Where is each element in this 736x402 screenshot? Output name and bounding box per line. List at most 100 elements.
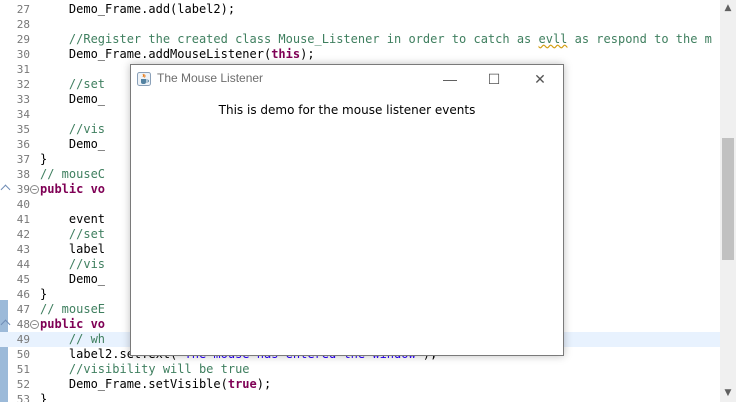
line-number: 28 [16, 18, 30, 31]
code-token: //vis [40, 257, 106, 271]
mouse-listener-window[interactable]: The Mouse Listener — ☐ ✕ This is demo fo… [130, 64, 564, 356]
line-number: 52 [16, 378, 30, 391]
code-token: Demo_Frame.addMouseListener( [40, 47, 272, 61]
maximize-button[interactable]: ☐ [471, 65, 517, 93]
line-number: 43 [16, 243, 30, 256]
code-text: //set [40, 77, 105, 92]
code-text: // wh [40, 332, 105, 347]
minimize-button[interactable]: — [427, 65, 473, 93]
code-text: // mouseE [40, 302, 105, 317]
line-number: 34 [16, 108, 30, 121]
line-number: 40 [16, 198, 30, 211]
line-number: 38 [16, 168, 30, 181]
code-token: public vo [40, 182, 106, 196]
code-text: Demo_ [40, 272, 105, 287]
code-line[interactable]: 29 //Register the created class Mouse_Li… [0, 32, 720, 47]
code-line[interactable]: 52 Demo_Frame.setVisible(true); [0, 377, 720, 392]
line-number: 27 [16, 3, 30, 16]
scroll-thumb[interactable] [722, 138, 734, 260]
line-number: 49 [16, 333, 30, 346]
code-token: this [271, 47, 301, 61]
line-number: 53 [16, 393, 30, 402]
code-token: // mouseC [40, 167, 106, 181]
line-number: 32 [16, 78, 30, 91]
line-number: 31 [16, 63, 30, 76]
code-line[interactable]: 27 Demo_Frame.add(label2); [0, 2, 720, 17]
code-text: label [40, 242, 105, 257]
code-token: } [40, 392, 48, 402]
line-number: 50 [16, 348, 30, 361]
code-text: Demo_ [40, 92, 105, 107]
window-titlebar[interactable]: The Mouse Listener — ☐ ✕ [131, 65, 563, 93]
close-button[interactable]: ✕ [517, 65, 563, 93]
code-token: //vis [40, 122, 106, 136]
code-token: ); [300, 47, 315, 61]
line-number: 39 [16, 183, 30, 196]
line-number: 35 [16, 123, 30, 136]
code-line[interactable]: 53} [0, 392, 720, 402]
code-text: public vo [40, 182, 105, 197]
code-token: //Register the created class Mouse_Liste… [40, 32, 539, 46]
line-number: 42 [16, 228, 30, 241]
code-token: true [227, 377, 257, 391]
code-token: as respond to the m [567, 32, 712, 46]
override-marker-icon[interactable] [0, 319, 11, 330]
line-number: 36 [16, 138, 30, 151]
fold-toggle-icon[interactable]: − [30, 185, 39, 194]
line-number: 44 [16, 258, 30, 271]
line-number: 33 [16, 93, 30, 106]
line-number: 46 [16, 288, 30, 301]
code-token: Demo_ [40, 272, 106, 286]
code-line[interactable]: 30 Demo_Frame.addMouseListener(this); [0, 47, 720, 62]
line-number: 47 [16, 303, 30, 316]
code-token: Demo_Frame.add(label2); [40, 2, 236, 16]
code-text: //Register the created class Mouse_Liste… [40, 32, 712, 47]
code-text: Demo_Frame.add(label2); [40, 2, 235, 17]
code-token: //set [40, 77, 106, 91]
code-text: //set [40, 227, 105, 242]
code-token: } [40, 152, 48, 166]
code-token: evll [538, 32, 568, 46]
window-title: The Mouse Listener [157, 71, 264, 85]
vertical-scrollbar[interactable]: ▲ ▼ [720, 0, 736, 402]
line-number: 48 [16, 318, 30, 331]
code-token: event [40, 212, 106, 226]
line-number: 45 [16, 273, 30, 286]
line-number: 41 [16, 213, 30, 226]
code-text: //vis [40, 122, 105, 137]
code-token: //set [40, 227, 106, 241]
code-text: } [40, 392, 47, 402]
code-token: Demo_ [40, 137, 106, 151]
fold-toggle-icon[interactable]: − [30, 320, 39, 329]
code-text: //vis [40, 257, 105, 272]
override-marker-icon[interactable] [0, 184, 11, 195]
code-token: ); [256, 377, 272, 391]
line-number: 37 [16, 153, 30, 166]
code-text: } [40, 287, 47, 302]
code-line[interactable]: 51 //visibility will be true [0, 362, 720, 377]
code-token: public vo [40, 317, 106, 331]
code-token: Demo_Frame.setVisible( [40, 377, 228, 391]
code-text: public vo [40, 317, 105, 332]
line-number: 29 [16, 33, 30, 46]
code-text: // mouseC [40, 167, 105, 182]
code-token: // wh [40, 332, 106, 346]
code-line[interactable]: 28 [0, 17, 720, 32]
code-text: Demo_Frame.setVisible(true); [40, 377, 271, 392]
code-token: // mouseE [40, 302, 106, 316]
code-token: Demo_ [40, 92, 106, 106]
line-number: 51 [16, 363, 30, 376]
scroll-up-arrow-icon[interactable]: ▲ [723, 3, 733, 13]
code-text: Demo_ [40, 137, 105, 152]
java-cup-icon [137, 72, 151, 86]
code-token: } [40, 287, 48, 301]
code-text: Demo_Frame.addMouseListener(this); [40, 47, 315, 62]
demo-label: This is demo for the mouse listener even… [218, 103, 476, 117]
line-number: 30 [16, 48, 30, 61]
code-text: event [40, 212, 105, 227]
code-token: //visibility will be true [40, 362, 250, 376]
code-text: //visibility will be true [40, 362, 250, 377]
code-token: label [40, 242, 106, 256]
scroll-down-arrow-icon[interactable]: ▼ [723, 388, 733, 398]
code-text: } [40, 152, 47, 167]
